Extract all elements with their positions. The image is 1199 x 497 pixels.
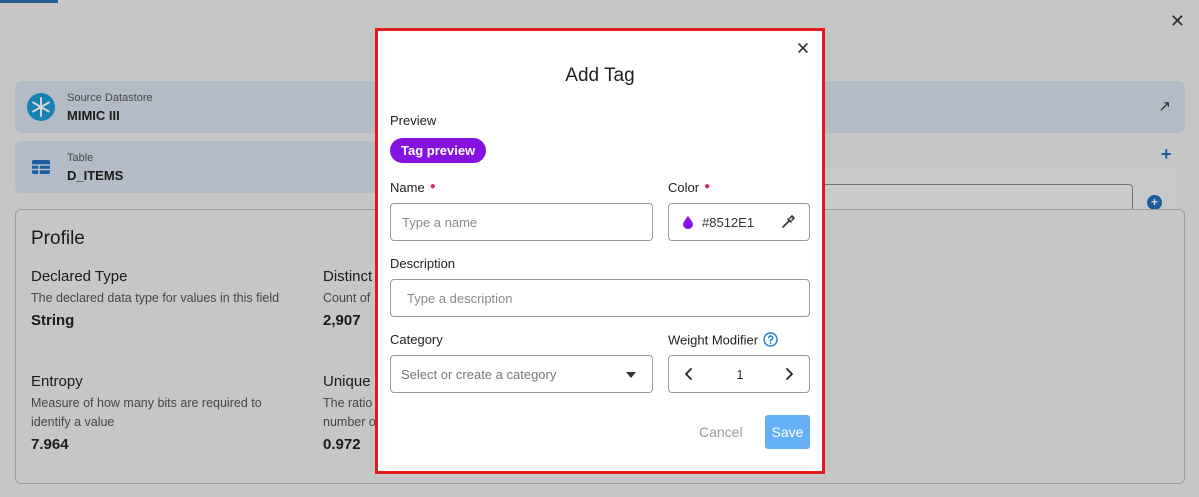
drop-icon <box>683 216 693 234</box>
weight-modifier-label-text: Weight Modifier <box>668 332 759 348</box>
save-button[interactable]: Save <box>765 415 810 449</box>
cancel-button[interactable]: Cancel <box>699 424 743 440</box>
weight-modifier-label: Weight Modifier <box>668 332 778 350</box>
name-input[interactable] <box>390 203 653 241</box>
color-field[interactable]: #8512E1 <box>668 203 810 241</box>
category-select[interactable]: Select or create a category <box>390 355 653 393</box>
color-label: Color ● <box>668 180 710 195</box>
category-label: Category <box>390 332 443 347</box>
tag-preview-pill: Tag preview <box>390 138 487 163</box>
preview-label: Preview <box>390 113 437 128</box>
caret-down-icon <box>626 372 636 378</box>
chevron-right-icon[interactable] <box>779 364 799 384</box>
required-marker: ● <box>704 181 711 192</box>
name-label-text: Name <box>390 180 425 195</box>
color-hex-value: #8512E1 <box>702 215 755 230</box>
eyedropper-icon[interactable] <box>781 214 796 234</box>
close-icon[interactable] <box>797 42 809 58</box>
description-label: Description <box>390 256 456 271</box>
required-marker: ● <box>429 181 436 192</box>
dialog-title: Add Tag <box>565 65 635 86</box>
help-icon[interactable] <box>763 332 778 350</box>
description-input[interactable] <box>390 279 810 317</box>
color-label-text: Color <box>668 180 700 195</box>
add-tag-dialog: Add Tag Preview Tag preview Name ● Color ●… <box>375 28 825 474</box>
category-placeholder: Select or create a category <box>401 367 557 382</box>
name-label: Name ● <box>390 180 436 195</box>
weight-modifier-stepper[interactable]: 1 <box>668 355 810 393</box>
